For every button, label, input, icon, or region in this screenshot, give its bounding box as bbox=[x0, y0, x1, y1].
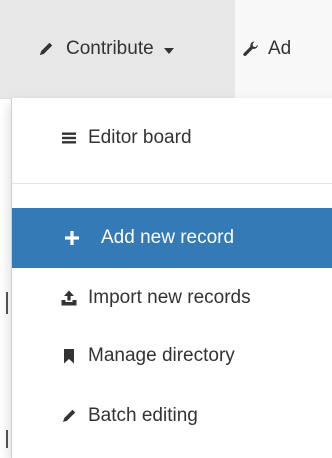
upload-icon bbox=[60, 289, 78, 307]
contribute-label: Contribute bbox=[66, 38, 154, 59]
admin-menu-toggle[interactable]: Ad bbox=[242, 0, 291, 98]
menu-item-label: Manage directory bbox=[88, 345, 235, 366]
pencil-icon bbox=[60, 407, 78, 425]
page-edge-mark bbox=[6, 430, 8, 448]
menu-item-add-new-record[interactable]: Add new record bbox=[12, 208, 332, 268]
navbar: Contribute Ad bbox=[0, 0, 332, 99]
caret-down-icon bbox=[163, 47, 174, 54]
menu-item-label: Import new records bbox=[88, 287, 251, 308]
wrench-icon bbox=[242, 40, 260, 58]
plus-icon bbox=[63, 229, 81, 247]
contribute-menu-toggle[interactable]: Contribute bbox=[0, 0, 235, 98]
pencil-icon bbox=[37, 40, 55, 58]
menu-item-manage-directory[interactable]: Manage directory bbox=[12, 338, 332, 374]
menu-item-label: Batch editing bbox=[88, 405, 198, 426]
menu-item-label: Add new record bbox=[101, 227, 235, 248]
menu-item-label: Editor board bbox=[88, 127, 192, 148]
menu-item-batch-editing[interactable]: Batch editing bbox=[12, 398, 332, 434]
menu-item-import-new-records[interactable]: Import new records bbox=[12, 280, 332, 316]
menu-divider bbox=[12, 183, 332, 184]
list-icon bbox=[60, 129, 78, 147]
menu-item-editor-board[interactable]: Editor board bbox=[12, 120, 332, 156]
bookmark-icon bbox=[60, 347, 78, 365]
admin-label: Ad bbox=[268, 38, 292, 59]
page-edge-mark bbox=[6, 292, 8, 314]
contribute-dropdown-menu: Editor board Add new record Import new r… bbox=[11, 98, 332, 458]
